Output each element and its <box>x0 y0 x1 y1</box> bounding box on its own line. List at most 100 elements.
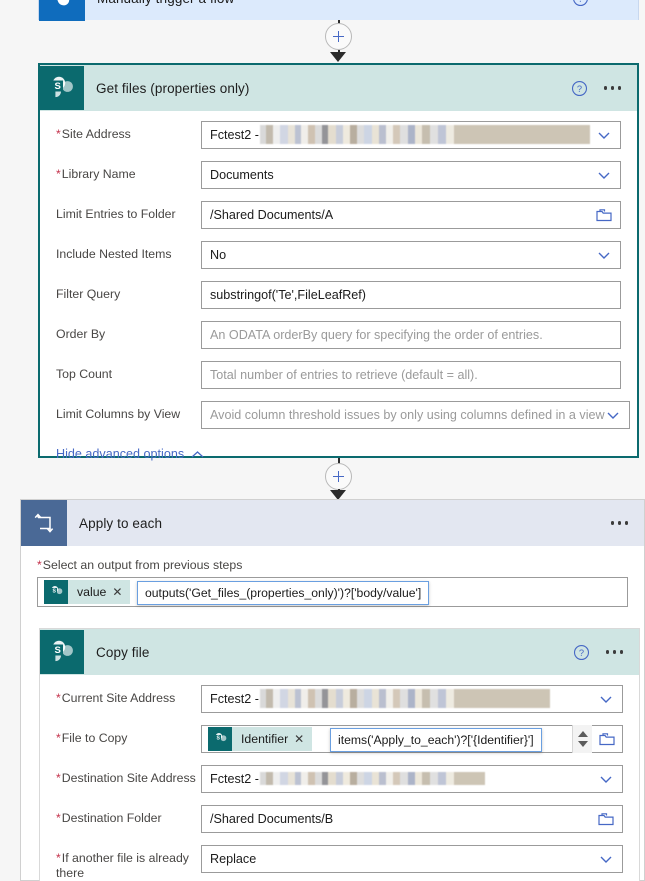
close-icon[interactable]: ✕ <box>294 732 312 746</box>
field-label-filter-query: Filter Query <box>56 287 121 301</box>
redacted-site-address <box>260 125 590 144</box>
redacted-current-site-address <box>260 689 550 708</box>
copy-file-header[interactable]: S Copy file ? <box>40 629 639 675</box>
expression-tooltip-apply-to-each: outputs('Get_files_(properties_only)')?[… <box>137 581 430 605</box>
library-name-dropdown[interactable]: Documents <box>201 161 621 189</box>
field-label-file-to-copy: *File to Copy <box>56 731 128 745</box>
chevron-down-icon[interactable] <box>598 771 614 787</box>
chevron-down-icon[interactable] <box>596 127 612 143</box>
help-circle-icon[interactable]: ? <box>571 80 588 97</box>
field-label-top-count: Top Count <box>56 367 113 381</box>
field-label-site-address: *Site Address <box>56 127 131 141</box>
field-label-library-name: *Library Name <box>56 167 136 181</box>
folder-picker-icon[interactable] <box>598 812 614 826</box>
action-card-get-files-properties-only[interactable]: S Get files (properties only) ? *Site Ad… <box>38 63 639 461</box>
field-row-destination-folder: *Destination Folder /Shared Documents/B <box>56 805 623 833</box>
apply-to-each-header-actions <box>609 517 645 529</box>
field-row-limit-columns-by-view: Limit Columns by View Avoid column thres… <box>56 401 630 429</box>
redacted-destination-site-address <box>260 772 485 785</box>
limit-columns-by-view-placeholder: Avoid column threshold issues by only us… <box>210 408 605 422</box>
hide-advanced-options-link[interactable]: Hide advanced options <box>56 447 184 461</box>
get-files-title: Get files (properties only) <box>96 80 250 96</box>
field-label-destination-site-address: *Destination Site Address <box>56 771 196 785</box>
top-count-input[interactable]: Total number of entries to retrieve (def… <box>201 361 621 389</box>
filter-query-input[interactable]: substringof('Te',FileLeafRef) <box>201 281 621 309</box>
include-nested-items-dropdown[interactable]: No <box>201 241 621 269</box>
svg-text:?: ? <box>576 83 581 93</box>
svg-text:S: S <box>55 81 61 92</box>
sharepoint-icon: S <box>208 727 232 751</box>
chevron-up-icon[interactable] <box>191 450 204 459</box>
stepper-up-icon[interactable] <box>577 731 588 737</box>
folder-picker-icon[interactable] <box>599 732 615 746</box>
token-value[interactable]: S value ✕ <box>44 580 131 604</box>
close-icon[interactable]: ✕ <box>112 585 130 599</box>
add-step-button-1[interactable] <box>325 23 352 50</box>
action-card-apply-to-each[interactable]: Apply to each *Select an output from pre… <box>20 499 645 881</box>
library-name-value: Documents <box>210 168 274 182</box>
limit-entries-to-folder-input[interactable]: /Shared Documents/A <box>201 201 621 229</box>
field-label-destination-folder: *Destination Folder <box>56 811 162 825</box>
field-label-limit-entries-to-folder: Limit Entries to Folder <box>56 207 176 221</box>
destination-folder-input[interactable]: /Shared Documents/B <box>201 805 623 833</box>
chevron-down-icon[interactable] <box>605 407 621 423</box>
destination-site-address-dropdown[interactable]: Fctest2 - <box>201 765 623 793</box>
get-files-fields: *Site Address Fctest2 - *Library Name Do… <box>40 111 637 429</box>
field-row-destination-site-address: *Destination Site Address Fctest2 - <box>56 765 623 793</box>
stepper-down-icon[interactable] <box>577 741 588 747</box>
copy-file-fields: *Current Site Address Fctest2 - *File to… <box>40 675 639 881</box>
chevron-down-icon[interactable] <box>596 167 612 183</box>
help-circle-icon[interactable]: ? <box>573 644 590 661</box>
select-output-label: *Select an output from previous steps <box>37 558 243 572</box>
folder-picker-icon[interactable] <box>596 208 612 222</box>
file-to-copy-stepper[interactable] <box>572 725 592 753</box>
if-another-file-value: Replace <box>210 852 257 866</box>
chevron-down-icon[interactable] <box>598 691 614 707</box>
trigger-card-header[interactable]: Manually trigger a flow ? <box>39 0 638 21</box>
field-row-current-site-address: *Current Site Address Fctest2 - <box>56 685 623 713</box>
ellipsis-icon[interactable] <box>603 0 625 4</box>
token-identifier[interactable]: S Identifier ✕ <box>208 727 313 751</box>
current-site-address-dropdown[interactable]: Fctest2 - <box>201 685 623 713</box>
field-row-order-by: Order By An ODATA orderBy query for spec… <box>56 321 621 349</box>
field-label-order-by: Order By <box>56 327 106 341</box>
include-nested-items-value: No <box>210 248 227 262</box>
if-another-file-is-already-there-dropdown[interactable]: Replace <box>201 845 623 873</box>
add-step-button-2[interactable] <box>325 463 352 490</box>
field-row-if-another-file-is-already-there: *If another file is already there Replac… <box>56 845 623 881</box>
site-address-dropdown[interactable]: Fctest2 - <box>201 121 621 149</box>
flow-designer-canvas: Manually trigger a flow ? S <box>0 0 645 881</box>
limit-columns-by-view-dropdown[interactable]: Avoid column threshold issues by only us… <box>201 401 630 429</box>
file-to-copy-field[interactable]: S Identifier ✕ items('Apply_to_each')?['… <box>201 725 623 753</box>
apply-to-each-header[interactable]: Apply to each <box>21 500 644 546</box>
sharepoint-icon: S <box>44 580 68 604</box>
ellipsis-icon[interactable] <box>609 517 631 529</box>
hand-pointer-icon <box>39 0 85 21</box>
order-by-input[interactable]: An ODATA orderBy query for specifying th… <box>201 321 621 349</box>
field-label-limit-columns-by-view: Limit Columns by View <box>56 407 181 421</box>
order-by-placeholder: An ODATA orderBy query for specifying th… <box>210 328 543 342</box>
field-row-file-to-copy: *File to Copy S Identifier ✕ items('Appl… <box>56 725 623 753</box>
filter-query-value: substringof('Te',FileLeafRef) <box>210 288 367 302</box>
chevron-down-icon[interactable] <box>598 851 614 867</box>
loop-icon <box>21 500 67 546</box>
get-files-header[interactable]: S Get files (properties only) ? <box>40 65 637 111</box>
field-row-limit-entries-to-folder: Limit Entries to Folder /Shared Document… <box>56 201 621 229</box>
limit-entries-to-folder-value: /Shared Documents/A <box>210 208 334 222</box>
action-card-copy-file[interactable]: S Copy file ? *Current Site Address Fcte… <box>39 628 640 881</box>
sharepoint-icon: S <box>40 630 84 674</box>
sharepoint-icon: S <box>40 66 84 110</box>
field-label-if-another-file-is-already-there: *If another file is already there <box>56 851 189 880</box>
ellipsis-icon[interactable] <box>602 82 624 94</box>
chevron-down-icon[interactable] <box>596 247 612 263</box>
ellipsis-icon[interactable] <box>604 646 626 658</box>
svg-text:S: S <box>55 645 61 656</box>
field-row-include-nested-items: Include Nested Items No <box>56 241 621 269</box>
expression-tooltip-copy-file: items('Apply_to_each')?['{Identifier}'] <box>330 728 542 752</box>
help-circle-icon[interactable]: ? <box>572 0 589 7</box>
field-row-top-count: Top Count Total number of entries to ret… <box>56 361 621 389</box>
field-row-filter-query: Filter Query substringof('Te',FileLeafRe… <box>56 281 621 309</box>
trigger-card-manually-trigger-a-flow[interactable]: Manually trigger a flow ? <box>38 0 639 21</box>
trigger-card-title: Manually trigger a flow <box>85 0 572 6</box>
select-output-field[interactable]: S value ✕ outputs('Get_files_(properties… <box>37 577 628 607</box>
